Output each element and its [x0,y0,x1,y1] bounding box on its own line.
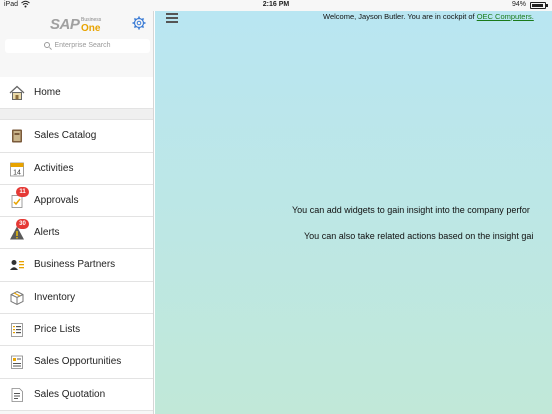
hamburger-menu-icon[interactable] [166,13,178,23]
cockpit-main-area: Welcome, Jayson Butler. You are in cockp… [155,11,552,414]
alerts-count-badge: 30 [16,219,29,230]
status-bar: iPad 2:16 PM 94% [0,0,552,11]
sidebar-item-activities[interactable]: 14 Activities [0,152,153,185]
catalog-icon [9,128,25,144]
brand-sap: SAP [50,16,80,33]
sidebar-item-alerts[interactable]: 30 Alerts [0,217,153,250]
sidebar-item-sales-quotation[interactable]: Sales Quotation [0,378,153,411]
sidebar-item-label: Price Lists [34,324,81,336]
battery-percent: 94% [511,1,526,8]
sidebar-item-label: Activities [34,162,74,174]
sidebar-item-home[interactable]: Home [0,77,153,110]
sidebar-item-label: Approvals [34,194,79,206]
sidebar-item-price-lists[interactable]: Price Lists [0,314,153,347]
welcome-text: Welcome, Jayson Butler. You are in cockp… [323,12,477,21]
sidebar-item-label: Alerts [34,227,60,239]
settings-gear-icon[interactable] [132,16,146,30]
sidebar-item-label: Sales Opportunities [34,356,122,368]
sidebar-item-label: Sales Quotation [34,388,106,400]
sidebar-item-sales-opportunities[interactable]: Sales Opportunities [0,346,153,379]
sap-business-one-logo: SAP Business One [50,16,106,36]
nav-list: Home Sales Catalog 14 Activities 11 Appr… [0,77,153,411]
opportunity-icon [9,354,25,370]
sidebar-item-label: Sales Catalog [34,130,97,142]
home-icon [9,85,25,101]
sidebar-item-approvals[interactable]: 11 Approvals [0,184,153,218]
calendar-icon-text: 14 [13,169,21,176]
sidebar-item-inventory[interactable]: Inventory [0,281,153,315]
company-link[interactable]: OEC Computers. [477,12,534,21]
welcome-message: Welcome, Jayson Butler. You are in cockp… [323,12,534,21]
box-icon [9,290,25,306]
sidebar-item-label: Inventory [34,291,76,303]
approvals-count-badge: 11 [16,186,29,197]
brand-one: One [81,23,101,34]
sidebar-item-sales-catalog[interactable]: Sales Catalog [0,120,153,153]
sidebar-item-label: Home [34,87,61,98]
clock: 2:16 PM [262,1,290,8]
nav-divider [0,109,153,121]
list-icon [9,322,25,338]
partners-icon [9,257,25,273]
calendar-icon: 14 [9,161,25,177]
enterprise-search-input[interactable]: Enterprise Search [5,39,150,53]
sidebar-item-business-partners[interactable]: Business Partners [0,249,153,282]
sidebar: SAP Business One Enterprise Search Home [0,11,154,414]
search-icon [44,42,51,48]
battery-icon [530,2,548,9]
search-placeholder: Enterprise Search [54,42,111,49]
sidebar-item-label: Business Partners [34,259,116,271]
widgets-hint-text: You can add widgets to gain insight into… [292,205,530,215]
quotation-icon [9,387,25,403]
actions-hint-text: You can also take related actions based … [304,231,534,241]
